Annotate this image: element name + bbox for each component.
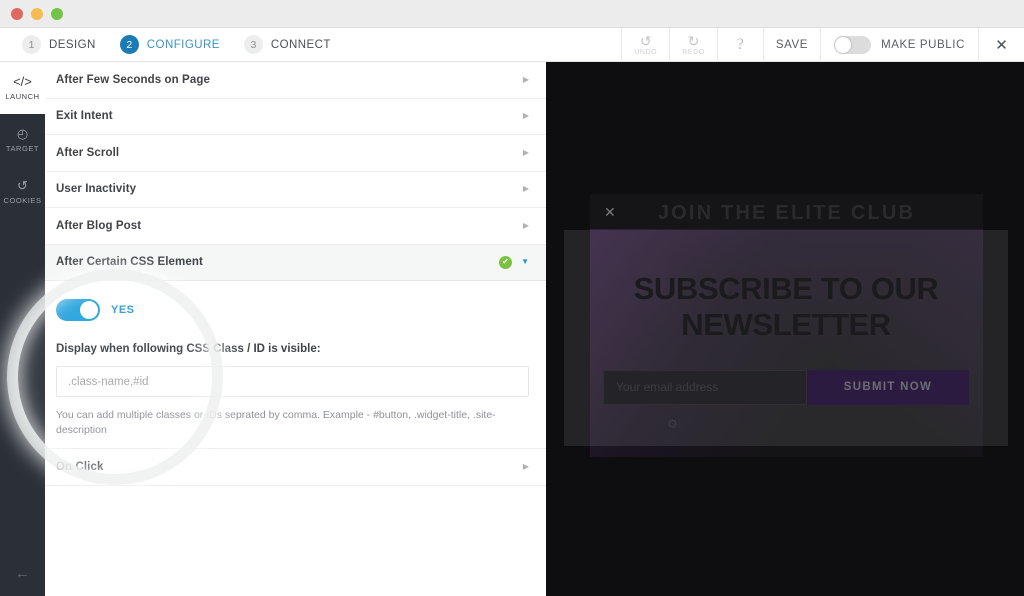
trigger-row-user-inactivity[interactable]: User Inactivity ▶ xyxy=(45,171,546,208)
preview-banner-title: JOIN THE ELITE CLUB xyxy=(657,202,916,224)
css-selector-field-label: Display when following CSS Class / ID is… xyxy=(56,343,321,355)
sidebar-item-cookies[interactable]: ↺ COOKIES xyxy=(0,166,45,218)
preview-email-input[interactable] xyxy=(603,369,807,405)
make-public-switch[interactable] xyxy=(834,35,872,54)
window-close-icon[interactable] xyxy=(11,7,23,20)
top-toolbar: 1 DESIGN 2 CONFIGURE 3 CONNECT ↺ UNDO ↻ … xyxy=(0,27,1024,62)
undo-button[interactable]: ↺ UNDO xyxy=(621,27,669,62)
css-element-settings-body: YES Display when following CSS Class / I… xyxy=(45,281,546,450)
undo-label: UNDO xyxy=(634,48,658,56)
refresh-icon: ↺ xyxy=(17,178,28,193)
back-arrow-icon[interactable]: ← xyxy=(0,565,45,582)
redo-icon: ↻ xyxy=(687,32,700,49)
close-editor-button[interactable]: ✕ xyxy=(978,27,1024,62)
window-minimize-icon[interactable] xyxy=(31,7,43,20)
sidebar-item-launch-label: LAUNCH xyxy=(5,92,40,101)
sidebar-item-target[interactable]: ◴ TARGET xyxy=(0,114,45,166)
step-connect-label: CONNECT xyxy=(270,38,331,51)
trigger-row-badges: ✔ ▼ xyxy=(499,255,529,269)
chevron-down-icon[interactable]: ▼ xyxy=(521,258,529,266)
trigger-row-label: Exit Intent xyxy=(56,110,113,123)
trigger-row-label: After Few Seconds on Page xyxy=(56,73,210,86)
enable-css-trigger-switch[interactable] xyxy=(56,299,100,321)
trigger-row-label: After Scroll xyxy=(56,146,120,159)
app-window: 1 DESIGN 2 CONFIGURE 3 CONNECT ↺ UNDO ↻ … xyxy=(0,0,1024,596)
step-connect[interactable]: 3 CONNECT xyxy=(234,28,341,62)
make-public-toggle[interactable]: MAKE PUBLIC xyxy=(820,27,978,62)
trigger-row-on-click[interactable]: On Click ▶ xyxy=(45,449,546,486)
enable-toggle-group: YES xyxy=(56,299,529,321)
redo-button[interactable]: ↻ REDO xyxy=(669,27,717,62)
undo-icon: ↺ xyxy=(639,32,652,49)
sidebar-item-target-label: TARGET xyxy=(5,144,40,153)
question-mark-icon: ? xyxy=(736,35,744,53)
left-sidebar: </> LAUNCH ◴ TARGET ↺ COOKIES ← xyxy=(0,62,45,596)
check-circle-icon: ✔ xyxy=(499,255,513,269)
code-icon: </> xyxy=(13,74,32,89)
trigger-row-exit-intent[interactable]: Exit Intent ▶ xyxy=(45,98,546,135)
trigger-row-after-blog-post[interactable]: After Blog Post ▶ xyxy=(45,208,546,245)
step-configure[interactable]: 2 CONFIGURE xyxy=(110,28,230,62)
trigger-row-label: On Click xyxy=(56,461,104,474)
step-connect-number: 3 xyxy=(243,35,263,54)
chevron-right-icon: ▶ xyxy=(522,111,529,121)
preview-banner-bar: ✕ JOIN THE ELITE CLUB xyxy=(590,194,983,229)
trigger-row-after-scroll[interactable]: After Scroll ▶ xyxy=(45,135,546,172)
help-button[interactable]: ? xyxy=(716,27,763,62)
chevron-right-icon: ▶ xyxy=(522,184,529,194)
trigger-row-label: After Blog Post xyxy=(56,219,142,232)
step-wizard: 1 DESIGN 2 CONFIGURE 3 CONNECT xyxy=(0,28,341,62)
step-configure-label: CONFIGURE xyxy=(146,38,220,51)
sidebar-item-cookies-label: COOKIES xyxy=(3,196,42,205)
clock-icon: ◴ xyxy=(16,126,29,141)
enable-css-trigger-state-label: YES xyxy=(111,304,135,316)
chevron-right-icon: ▶ xyxy=(522,74,529,84)
toolbar-actions: ↺ UNDO ↻ REDO ? SAVE MAKE PUBLIC ✕ xyxy=(621,27,1024,62)
step-design[interactable]: 1 DESIGN xyxy=(12,28,106,62)
step-design-label: DESIGN xyxy=(49,38,96,51)
make-public-label: MAKE PUBLIC xyxy=(881,38,965,51)
save-label: SAVE xyxy=(775,38,809,51)
trigger-row-after-few-seconds[interactable]: After Few Seconds on Page ▶ xyxy=(45,62,546,99)
chevron-right-icon: ▶ xyxy=(522,220,529,230)
sidebar-item-launch[interactable]: </> LAUNCH xyxy=(0,62,45,114)
preview-submit-button[interactable]: SUBMIT NOW xyxy=(807,369,969,405)
save-button[interactable]: SAVE xyxy=(762,27,820,62)
preview-subscribe-form: SUBMIT NOW xyxy=(603,369,969,405)
step-design-number: 1 xyxy=(22,35,41,54)
trigger-row-label: After Certain CSS Element xyxy=(56,256,203,269)
settings-panel: After Few Seconds on Page ▶ Exit Intent … xyxy=(45,62,546,596)
step-configure-number: 2 xyxy=(119,35,139,54)
preview-modal-title: SUBSCRIBE TO OUR NEWSLETTER xyxy=(633,271,939,342)
css-selector-helper-text: You can add multiple classes or IDs sepr… xyxy=(56,409,496,437)
chevron-right-icon: ▶ xyxy=(522,462,529,472)
trigger-row-after-certain-css-element[interactable]: After Certain CSS Element ✔ ▼ xyxy=(45,244,546,281)
css-selector-input[interactable] xyxy=(56,366,529,397)
chevron-right-icon: ▶ xyxy=(522,147,529,157)
window-maximize-icon[interactable] xyxy=(51,7,63,20)
preview-newsletter-modal: SUBSCRIBE TO OUR NEWSLETTER SUBMIT NOW xyxy=(564,230,1008,446)
window-titlebar xyxy=(0,0,1024,28)
redo-label: REDO xyxy=(682,48,705,56)
trigger-row-label: User Inactivity xyxy=(56,183,137,196)
close-icon: ✕ xyxy=(995,36,1008,54)
